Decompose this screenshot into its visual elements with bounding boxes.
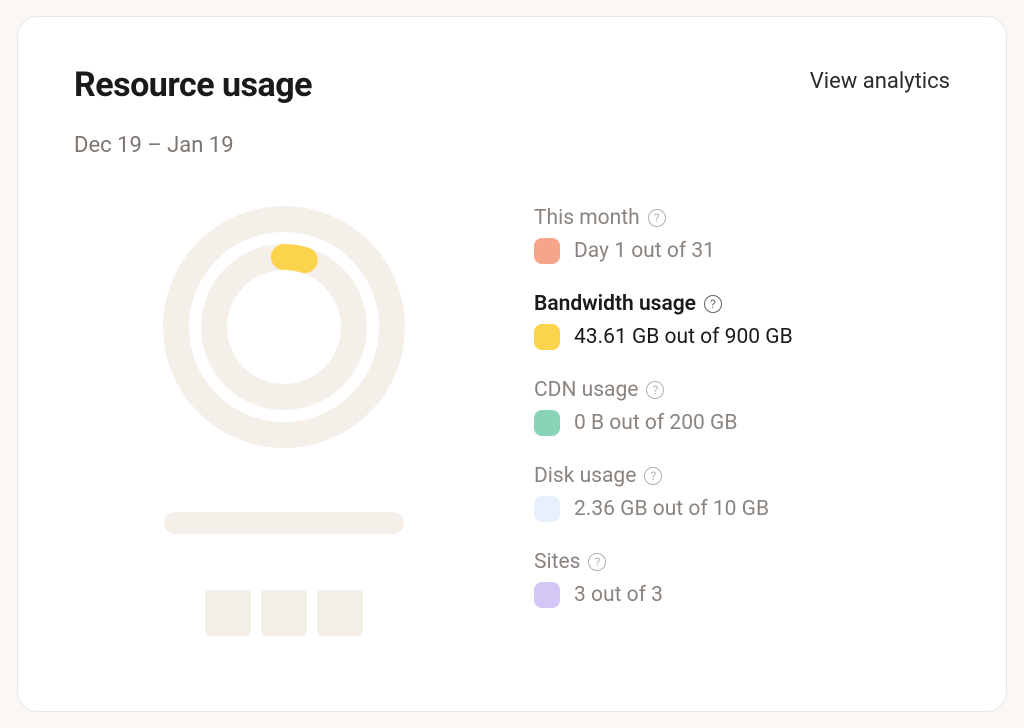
legend-value: Day 1 out of 31 — [574, 239, 715, 263]
legend-item-sites: Sites ? 3 out of 3 — [534, 550, 950, 608]
legend-value: 2.36 GB out of 10 GB — [574, 497, 769, 521]
block-placeholder — [205, 590, 251, 636]
legend-label: Disk usage — [534, 464, 636, 488]
legend-value: 43.61 GB out of 900 GB — [574, 325, 793, 349]
legend-value: 3 out of 3 — [574, 583, 663, 607]
chart-column — [74, 202, 494, 636]
date-range: Dec 19 – Jan 19 — [74, 133, 950, 158]
legend-item-bandwidth: Bandwidth usage ? 43.61 GB out of 900 GB — [534, 292, 950, 350]
legend-label: Bandwidth usage — [534, 292, 696, 316]
card-title: Resource usage — [74, 65, 312, 105]
legend-item-disk: Disk usage ? 2.36 GB out of 10 GB — [534, 464, 950, 522]
legend-swatch-cdn — [534, 410, 560, 436]
legend-item-cdn: CDN usage ? 0 B out of 200 GB — [534, 378, 950, 436]
legend-swatch-month — [534, 238, 560, 264]
help-icon[interactable]: ? — [648, 209, 666, 227]
legend-label: This month — [534, 206, 640, 230]
card-header: Resource usage View analytics — [74, 65, 950, 105]
help-icon[interactable]: ? — [588, 553, 606, 571]
block-placeholder — [261, 590, 307, 636]
legend-label: Sites — [534, 550, 580, 574]
legend-label: CDN usage — [534, 378, 638, 402]
help-icon[interactable]: ? — [704, 295, 722, 313]
usage-ring-chart — [159, 202, 409, 452]
help-icon[interactable]: ? — [644, 467, 662, 485]
legend-swatch-bandwidth — [534, 324, 560, 350]
legend-swatch-sites — [534, 582, 560, 608]
bar-placeholder — [164, 512, 404, 534]
view-analytics-link[interactable]: View analytics — [810, 69, 950, 94]
resource-usage-card: Resource usage View analytics Dec 19 – J… — [17, 16, 1007, 712]
legend-item-month: This month ? Day 1 out of 31 — [534, 206, 950, 264]
help-icon[interactable]: ? — [646, 381, 664, 399]
card-content: This month ? Day 1 out of 31 Bandwidth u… — [74, 202, 950, 636]
legend-value: 0 B out of 200 GB — [574, 411, 737, 435]
block-placeholder — [317, 590, 363, 636]
legend-swatch-disk — [534, 496, 560, 522]
legend-column: This month ? Day 1 out of 31 Bandwidth u… — [534, 202, 950, 636]
block-placeholders — [205, 590, 363, 636]
